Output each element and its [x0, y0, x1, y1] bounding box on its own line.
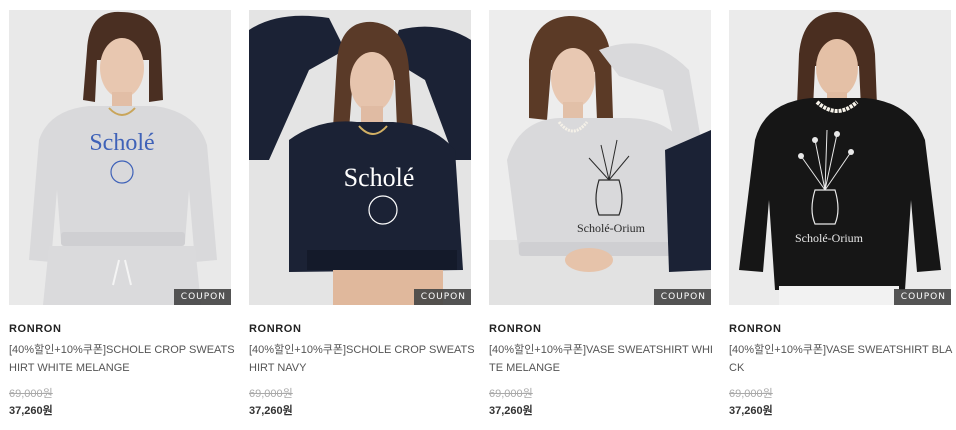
- original-price: 69,000원: [9, 388, 53, 400]
- product-card[interactable]: Scholé COUPON RONRON [40%할인+10%쿠폰]SCHOLE…: [249, 10, 475, 418]
- product-image[interactable]: Scholé-Orium COUPON: [489, 10, 711, 305]
- coupon-badge: COUPON: [893, 289, 951, 305]
- product-photo-illustration: Scholé-Orium: [489, 10, 711, 305]
- product-image[interactable]: Scholé COUPON: [249, 10, 471, 305]
- original-price: 69,000원: [729, 388, 773, 400]
- original-price: 69,000원: [489, 388, 533, 400]
- sale-price: 37,260원: [489, 405, 533, 417]
- coupon-badge: COUPON: [173, 289, 231, 305]
- sale-price: 37,260원: [9, 405, 53, 417]
- sale-price: 37,260원: [249, 405, 293, 417]
- product-photo-illustration: Scholé: [249, 10, 471, 305]
- coupon-badge: COUPON: [413, 289, 471, 305]
- sweatshirt-print-text: Scholé: [344, 163, 415, 192]
- sweatshirt-print-text: Scholé-Orium: [795, 231, 864, 245]
- product-photo-illustration: Scholé: [9, 10, 231, 305]
- product-name[interactable]: [40%할인+10%쿠폰]SCHOLE CROP SWEATSHIRT NAVY: [249, 341, 477, 377]
- product-name[interactable]: [40%할인+10%쿠폰]SCHOLE CROP SWEATSHIRT WHIT…: [9, 341, 237, 377]
- product-grid: Scholé COUPON RONRON [40%할인+10%쿠폰]SCHOLE…: [0, 0, 956, 430]
- product-photo-illustration: Scholé-Orium: [729, 10, 951, 305]
- sweatshirt-print-text: Scholé: [89, 130, 154, 156]
- original-price: 69,000원: [249, 388, 293, 400]
- product-brand[interactable]: RONRON: [729, 323, 951, 336]
- product-brand[interactable]: RONRON: [249, 323, 471, 336]
- sweatshirt-print-text: Scholé-Orium: [577, 221, 646, 235]
- product-name[interactable]: [40%할인+10%쿠폰]VASE SWEATSHIRT WHITE MELAN…: [489, 341, 717, 377]
- product-image[interactable]: Scholé COUPON: [9, 10, 231, 305]
- product-card[interactable]: Scholé COUPON RONRON [40%할인+10%쿠폰]SCHOLE…: [9, 10, 235, 418]
- sale-price: 37,260원: [729, 405, 773, 417]
- coupon-badge: COUPON: [653, 289, 711, 305]
- product-name[interactable]: [40%할인+10%쿠폰]VASE SWEATSHIRT BLACK: [729, 341, 956, 377]
- product-card[interactable]: Scholé-Orium COUPON RONRON [40%할인+10%쿠폰]…: [489, 10, 713, 418]
- product-card[interactable]: Scholé-Orium COUPON RONRON [40%할인+10%쿠폰]…: [729, 10, 952, 418]
- product-brand[interactable]: RONRON: [9, 323, 231, 336]
- product-brand[interactable]: RONRON: [489, 323, 711, 336]
- product-image[interactable]: Scholé-Orium COUPON: [729, 10, 951, 305]
